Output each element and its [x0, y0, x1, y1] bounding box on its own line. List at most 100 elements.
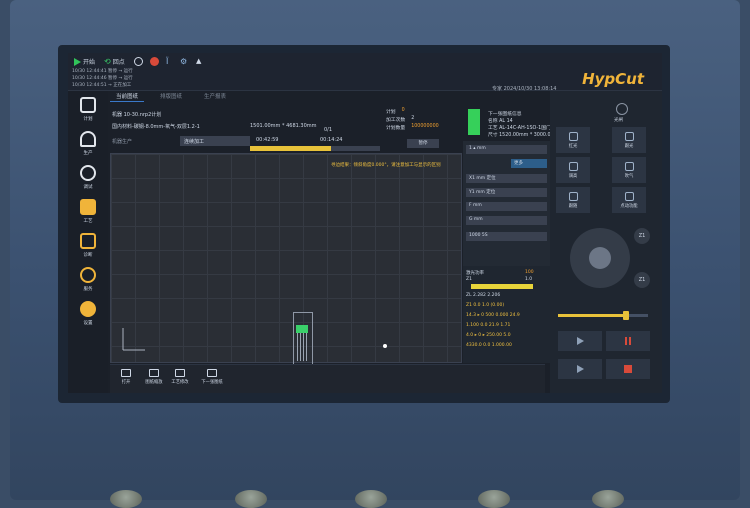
laser-param-row: 4330.0 0.0 1.000.00 [466, 343, 512, 348]
height-adjust-button[interactable]: 调高 [556, 157, 590, 183]
material-info: 国内材料-碳钢-8.0mm-氧气-双层1.2-1 [112, 124, 200, 130]
stop-icon [624, 365, 632, 373]
return-label: 回点 [112, 59, 125, 66]
sidebar-item-plan[interactable]: 计划 [68, 93, 108, 127]
sidebar-item-label: 设置 [83, 321, 93, 326]
feed-field[interactable]: F mm [466, 202, 547, 211]
follow-button[interactable]: 跟随 [556, 187, 590, 213]
count-label: 加工次数 [386, 118, 406, 123]
bottom-toolbar: 打开 图纸缩放 工艺修改 下一张图纸 [110, 364, 545, 393]
count-value: 0 [401, 108, 405, 113]
button-label: 吹气 [624, 173, 634, 179]
speed-slider-thumb[interactable] [623, 311, 629, 320]
step-forward-button[interactable] [558, 331, 602, 351]
count-row: 计划数量 100000000 [386, 124, 461, 132]
folder-icon [121, 369, 131, 377]
remaining-time: 00:14:24 [320, 137, 343, 143]
sidebar-item-debug[interactable]: 调试 [68, 161, 108, 195]
jog-button[interactable]: 点动功能 [612, 187, 646, 213]
button-label: 跟光 [624, 143, 634, 149]
zoom-icon [149, 369, 159, 377]
status-indicator [468, 109, 480, 135]
compass-icon [80, 165, 96, 181]
laser-head-position [383, 344, 387, 348]
warning-icon: ▲ [196, 57, 202, 65]
folder-icon [80, 199, 96, 215]
time-field[interactable]: 1000 5S [466, 232, 547, 241]
sidebar-item-label: 服务 [83, 287, 93, 292]
process-edit-button[interactable]: 工艺修改 [164, 369, 196, 391]
axis-icon [122, 328, 145, 351]
sensor-button[interactable]: Ϊ [166, 57, 168, 66]
red-light-button[interactable]: 红光 [556, 127, 590, 153]
laser-param-row: ZL 2.282 2.206 [466, 293, 501, 298]
z-up-button[interactable]: Z1 [634, 228, 650, 244]
jog-icon [624, 191, 634, 201]
next-drawing-button[interactable]: 下一张图纸 [196, 369, 228, 391]
pause-button[interactable] [134, 57, 143, 66]
sidebar-item-settings[interactable]: 设置 [68, 297, 108, 331]
count-value: 100000000 [411, 124, 439, 129]
start-button[interactable]: 开始 [74, 57, 95, 66]
cut-progress-marker [296, 325, 308, 333]
gas-field[interactable]: G mm [466, 216, 547, 225]
hardware-knob[interactable] [592, 490, 624, 508]
shutter-icon[interactable] [616, 103, 628, 115]
x-position-field[interactable]: X1 mm 定位 [466, 174, 547, 183]
play-icon [74, 57, 81, 66]
settings-button[interactable]: ⚙ [180, 57, 187, 66]
pause-job-button[interactable]: 暂停 [407, 139, 439, 148]
speed-slider-fill [558, 314, 626, 317]
button-label: 下一张图纸 [201, 380, 223, 385]
stop-button[interactable] [150, 57, 159, 66]
hardware-knob[interactable] [235, 490, 267, 508]
part-count: 0/1 [324, 127, 333, 133]
count-panel: 计划 0 加工次数 2 计划数量 100000000 [386, 108, 461, 132]
run-button[interactable] [558, 359, 602, 379]
y-position-field[interactable]: Y1 mm 定位 [466, 188, 547, 197]
return-icon: ⟲ [104, 57, 111, 66]
machine-control-panel: 光闸 红光 跟光 调高 吹气 跟随 点动功能 Z1 Z1 [550, 91, 662, 393]
tools-icon [80, 267, 96, 283]
tab-current-drawing[interactable]: 当前图纸 [110, 92, 145, 102]
light-icon [624, 131, 634, 141]
speed-slider[interactable] [558, 311, 648, 320]
hardware-knob[interactable] [478, 490, 510, 508]
process-mode-select[interactable]: 连续加工 [180, 136, 250, 146]
log-line: 10/30 12:44:46 暂停 → 运行 [72, 76, 133, 81]
alert-button[interactable]: ▲ [196, 57, 201, 65]
adjust-icon: ⚙ [180, 57, 188, 66]
drawing-canvas[interactable]: 寻边结果：倾斜角度0.000°，请注意加工与显示的区别 [110, 153, 462, 393]
button-label: 工艺修改 [171, 380, 189, 385]
step-pause-button[interactable] [606, 331, 650, 351]
more-button[interactable]: 更多 [511, 159, 547, 168]
laser-param-row: Z1 0.0 1.0 (0.00) [466, 303, 505, 308]
jog-dpad[interactable] [570, 228, 630, 288]
sidebar-item-production[interactable]: 生产 [68, 127, 108, 161]
follow-light-button[interactable]: 跟光 [612, 127, 646, 153]
z-value: 1.0 [525, 277, 533, 282]
pause-icon [134, 57, 143, 66]
tab-nesting-drawing[interactable]: 排版图纸 [154, 92, 188, 102]
hardware-knob[interactable] [110, 490, 142, 508]
follow-icon [568, 191, 578, 201]
hardware-knob[interactable] [355, 490, 387, 508]
start-label: 开始 [83, 59, 96, 66]
z-down-button[interactable]: Z1 [634, 272, 650, 288]
tab-production-report[interactable]: 生产报表 [198, 92, 232, 102]
sidebar-item-process[interactable]: 工艺 [68, 195, 108, 229]
return-button[interactable]: ⟲ 回点 [104, 57, 125, 66]
brand-logo: HypCut [582, 70, 644, 88]
sidebar-item-label: 计划 [83, 117, 93, 122]
blow-air-button[interactable]: 吹气 [612, 157, 646, 183]
checklist-icon [80, 97, 96, 113]
hypcut-screen: 开始 ⟲ 回点 Ϊ ⚙ ▲ 10/30 12:44:41 暂停 → 运行 10/… [68, 53, 662, 393]
file-name: 机器 10-30.nrp2计划 [112, 112, 162, 118]
count-row: 计划 0 [386, 108, 461, 116]
dpad-center[interactable] [589, 247, 611, 269]
step-input[interactable]: 1 ▴ mm [466, 145, 547, 154]
sidebar-item-service[interactable]: 服务 [68, 263, 108, 297]
stop-icon [150, 57, 159, 66]
stop-cut-button[interactable] [606, 359, 650, 379]
sidebar-item-diagnosis[interactable]: 诊断 [68, 229, 108, 263]
